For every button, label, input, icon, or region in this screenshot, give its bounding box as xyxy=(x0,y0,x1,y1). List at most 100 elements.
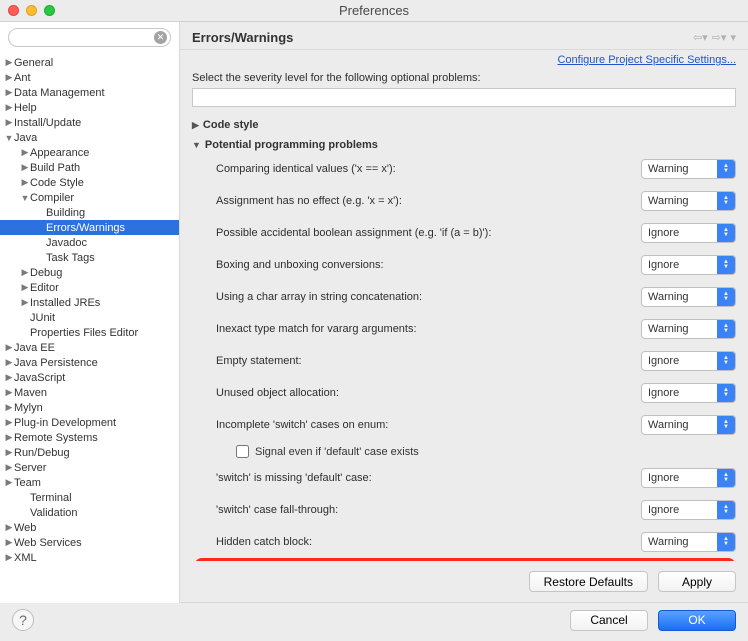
tree-arrow-icon: ▶ xyxy=(4,552,14,563)
option-label: Hidden catch block: xyxy=(216,536,312,548)
search-input[interactable] xyxy=(8,28,171,47)
tree-item[interactable]: Building xyxy=(0,205,179,220)
section-header-potential[interactable]: ▼ Potential programming problems xyxy=(192,137,736,153)
tree-label: Compiler xyxy=(30,192,74,204)
tree-item[interactable]: ▶Java EE xyxy=(0,340,179,355)
footer: ? Cancel OK xyxy=(0,603,748,641)
section-potential: ▼ Potential programming problems Compari… xyxy=(192,137,736,561)
tree-arrow-icon: ▶ xyxy=(4,117,14,128)
tree-item[interactable]: ▶Code Style xyxy=(0,175,179,190)
section-header-code-style[interactable]: ▶ Code style xyxy=(192,117,736,133)
option-label: Boxing and unboxing conversions: xyxy=(216,259,384,271)
severity-select[interactable]: Ignore▲▼ xyxy=(641,383,736,403)
tree-item[interactable]: ▶Plug-in Development xyxy=(0,415,179,430)
option-row: Empty statement:Ignore▲▼ xyxy=(192,345,736,377)
tree-label: Server xyxy=(14,462,46,474)
back-icon[interactable]: ⇦▾ xyxy=(693,31,708,44)
section-code-style: ▶ Code style xyxy=(192,117,736,133)
severity-select[interactable]: Warning▲▼ xyxy=(641,159,736,179)
tree-item[interactable]: ▶JavaScript xyxy=(0,370,179,385)
tree-item[interactable]: ▼Java xyxy=(0,130,179,145)
tree-item[interactable]: ▶Run/Debug xyxy=(0,445,179,460)
tree-label: Debug xyxy=(30,267,62,279)
tree-item[interactable]: Terminal xyxy=(0,490,179,505)
tree-item[interactable]: Errors/Warnings xyxy=(0,220,179,235)
severity-select[interactable]: Ignore▲▼ xyxy=(641,500,736,520)
tree-label: Appearance xyxy=(30,147,89,159)
tree-item[interactable]: ▶Team xyxy=(0,475,179,490)
tree-arrow-icon: ▶ xyxy=(20,267,30,278)
tree-item[interactable]: JUnit xyxy=(0,310,179,325)
tree-item[interactable]: ▶Remote Systems xyxy=(0,430,179,445)
tree-item[interactable]: Javadoc xyxy=(0,235,179,250)
forward-icon[interactable]: ⇨▾ xyxy=(712,31,727,44)
zoom-icon[interactable] xyxy=(44,5,55,16)
tree-label: Properties Files Editor xyxy=(30,327,138,339)
configure-project-link[interactable]: Configure Project Specific Settings... xyxy=(557,54,736,66)
menu-icon[interactable]: ▾ xyxy=(730,31,736,44)
option-row: Using a char array in string concatenati… xyxy=(192,281,736,313)
severity-select[interactable]: Warning▲▼ xyxy=(641,287,736,307)
select-value: Warning xyxy=(642,416,717,434)
close-icon[interactable] xyxy=(8,5,19,16)
clear-search-icon[interactable]: ✕ xyxy=(154,31,167,44)
tree-item[interactable]: ▼Compiler xyxy=(0,190,179,205)
help-icon[interactable]: ? xyxy=(12,609,34,631)
option-row: Assignment has no effect (e.g. 'x = x'):… xyxy=(192,185,736,217)
tree-item[interactable]: ▶Installed JREs xyxy=(0,295,179,310)
tree-item[interactable]: ▶Help xyxy=(0,100,179,115)
tree-label: Build Path xyxy=(30,162,80,174)
severity-select[interactable]: Warning▲▼ xyxy=(641,415,736,435)
tree-item[interactable]: ▶General xyxy=(0,55,179,70)
tree-item[interactable]: Properties Files Editor xyxy=(0,325,179,340)
tree-item[interactable]: ▶Appearance xyxy=(0,145,179,160)
configure-link-row: Configure Project Specific Settings... xyxy=(180,50,748,72)
option-label: Assignment has no effect (e.g. 'x = x'): xyxy=(216,195,402,207)
severity-select[interactable]: Ignore▲▼ xyxy=(641,351,736,371)
tree-item[interactable]: ▶Ant xyxy=(0,70,179,85)
section-title: Code style xyxy=(203,119,259,131)
restore-defaults-button[interactable]: Restore Defaults xyxy=(529,571,648,592)
minimize-icon[interactable] xyxy=(26,5,37,16)
tree-item[interactable]: ▶Editor xyxy=(0,280,179,295)
select-value: Ignore xyxy=(642,501,717,519)
tree-label: Mylyn xyxy=(14,402,43,414)
apply-button[interactable]: Apply xyxy=(658,571,736,592)
preferences-window: Preferences ✕ ▶General▶Ant▶Data Manageme… xyxy=(0,0,748,641)
tree-item[interactable]: ▶Data Management xyxy=(0,85,179,100)
tree-item[interactable]: ▶Debug xyxy=(0,265,179,280)
titlebar: Preferences xyxy=(0,0,748,22)
filter-input[interactable] xyxy=(192,88,736,107)
tree-label: XML xyxy=(14,552,37,564)
tree-item[interactable]: Task Tags xyxy=(0,250,179,265)
tree-label: Help xyxy=(14,102,37,114)
tree-label: Team xyxy=(14,477,41,489)
severity-select[interactable]: Ignore▲▼ xyxy=(641,223,736,243)
severity-select[interactable]: Warning▲▼ xyxy=(641,191,736,211)
tree-arrow-icon: ▼ xyxy=(20,193,30,203)
severity-select[interactable]: Ignore▲▼ xyxy=(641,255,736,275)
tree-item[interactable]: ▶Web xyxy=(0,520,179,535)
option-row: Unused object allocation:Ignore▲▼ xyxy=(192,377,736,409)
tree-item[interactable]: ▶Server xyxy=(0,460,179,475)
tree-item[interactable]: Validation xyxy=(0,505,179,520)
tree-item[interactable]: ▶Install/Update xyxy=(0,115,179,130)
option-row: Possible accidental boolean assignment (… xyxy=(192,217,736,249)
severity-select[interactable]: Warning▲▼ xyxy=(641,319,736,339)
tree-item[interactable]: ▶Java Persistence xyxy=(0,355,179,370)
signal-default-checkbox[interactable] xyxy=(236,445,249,458)
severity-select[interactable]: Ignore▲▼ xyxy=(641,468,736,488)
select-value: Ignore xyxy=(642,384,717,402)
tree-arrow-icon: ▶ xyxy=(4,402,14,413)
tree-item[interactable]: ▶Build Path xyxy=(0,160,179,175)
option-row: Hidden catch block: Warning▲▼ xyxy=(192,526,736,558)
tree-item[interactable]: ▶XML xyxy=(0,550,179,565)
tree-item[interactable]: ▶Mylyn xyxy=(0,400,179,415)
ok-button[interactable]: OK xyxy=(658,610,736,631)
tree-item[interactable]: ▶Web Services xyxy=(0,535,179,550)
tree-label: Building xyxy=(46,207,85,219)
cancel-button[interactable]: Cancel xyxy=(570,610,648,631)
tree-item[interactable]: ▶Maven xyxy=(0,385,179,400)
tree-label: Run/Debug xyxy=(14,447,70,459)
severity-select[interactable]: Warning▲▼ xyxy=(641,532,736,552)
